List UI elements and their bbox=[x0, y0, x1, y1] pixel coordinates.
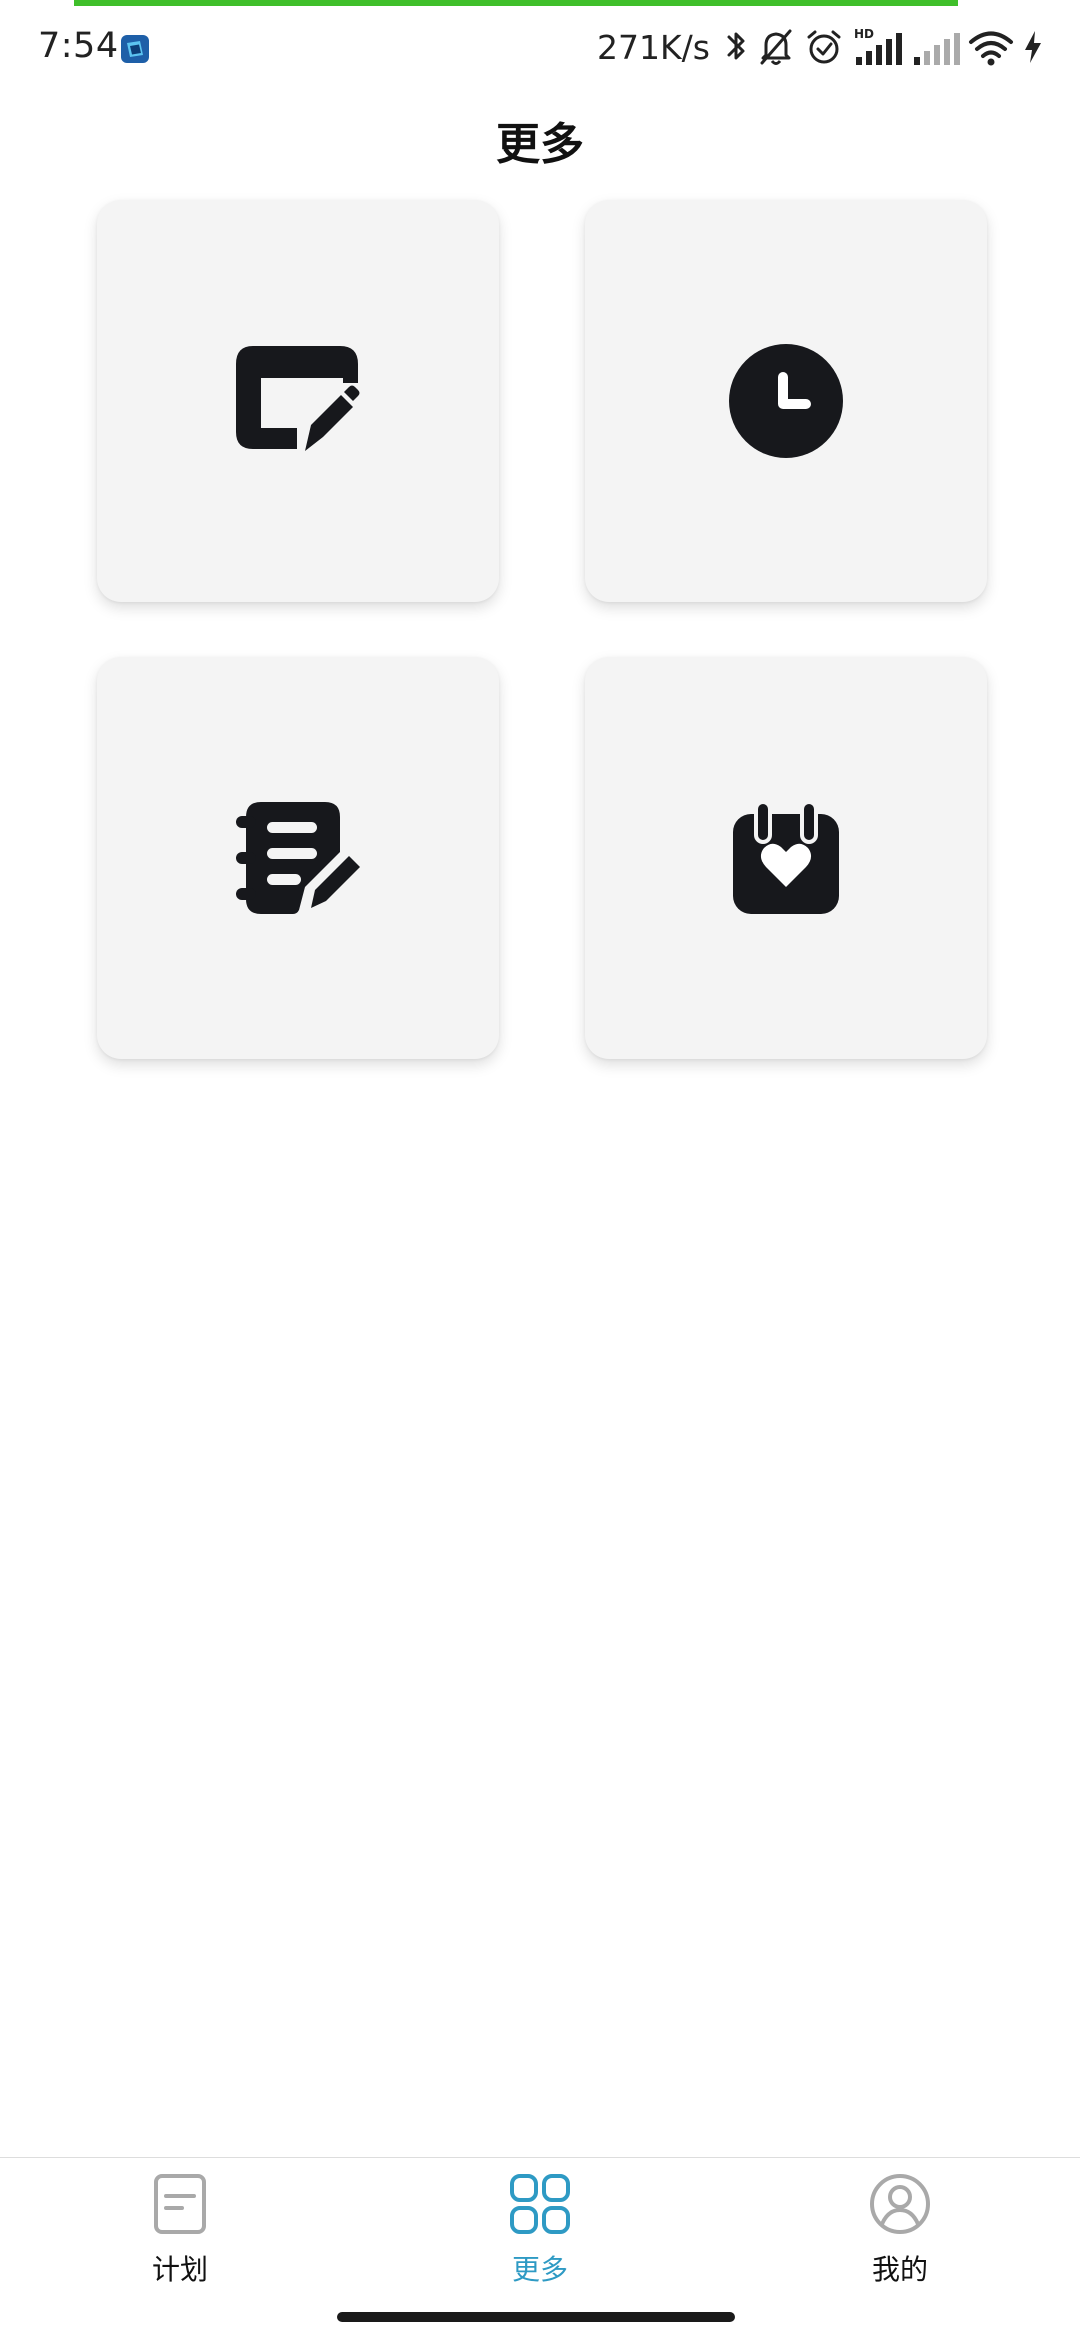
signal-icon bbox=[914, 33, 960, 65]
clock-icon bbox=[729, 344, 843, 458]
tab-mine-label: 我的 bbox=[871, 2253, 928, 2286]
charging-icon bbox=[1025, 31, 1041, 63]
tab-plan[interactable]: 计划 bbox=[60, 2158, 300, 2308]
user-circle-icon bbox=[870, 2174, 930, 2234]
notebook-edit-icon bbox=[236, 802, 360, 914]
wifi-icon bbox=[969, 31, 1013, 66]
card-calendar-heart[interactable] bbox=[585, 657, 987, 1059]
home-indicator[interactable] bbox=[337, 2312, 735, 2322]
svg-text:HD: HD bbox=[854, 27, 874, 41]
card-notebook-edit[interactable] bbox=[97, 657, 499, 1059]
page-title: 更多 bbox=[496, 119, 584, 170]
net-speed: 271K/s bbox=[597, 27, 710, 67]
grid-icon bbox=[510, 2174, 570, 2234]
card-window-edit[interactable] bbox=[97, 200, 499, 602]
bell-off-icon bbox=[760, 29, 792, 65]
alarm-icon bbox=[807, 30, 841, 64]
calendar-heart-icon bbox=[733, 800, 839, 914]
tab-mine[interactable]: 我的 bbox=[780, 2158, 1020, 2308]
card-clock[interactable] bbox=[585, 200, 987, 602]
tab-plan-label: 计划 bbox=[151, 2253, 208, 2286]
document-icon bbox=[154, 2174, 206, 2234]
status-bar: 7:54 271K/s HD bbox=[0, 0, 1080, 96]
bluetooth-icon bbox=[727, 32, 745, 60]
tab-more[interactable]: 更多 bbox=[420, 2158, 660, 2308]
signal-hd-icon: HD bbox=[854, 27, 902, 65]
tab-more-label: 更多 bbox=[511, 2253, 568, 2286]
app-icon bbox=[121, 35, 149, 63]
status-right-group: 271K/s HD bbox=[597, 24, 1044, 70]
window-edit-icon bbox=[236, 346, 360, 451]
status-time: 7:54 bbox=[38, 26, 119, 66]
